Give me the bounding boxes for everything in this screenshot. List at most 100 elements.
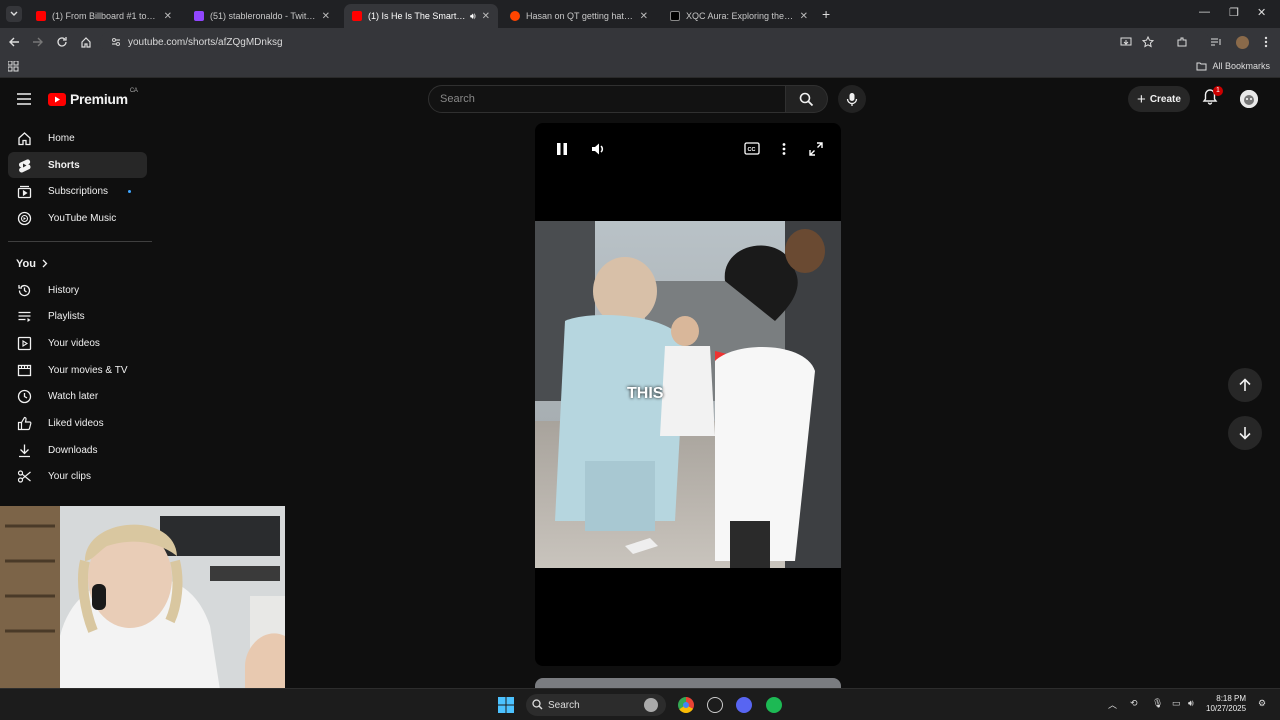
sidebar-item-your-videos[interactable]: Your videos bbox=[8, 330, 147, 357]
tab-title: (1) From Billboard #1 to Prison bbox=[52, 11, 158, 21]
subscriptions-icon bbox=[16, 184, 32, 200]
shorts-player[interactable]: CC THIS bbox=[535, 123, 841, 666]
reddit-favicon-icon bbox=[510, 11, 520, 21]
sidebar-item-watch-later[interactable]: Watch later bbox=[8, 384, 147, 411]
all-bookmarks-button[interactable]: All Bookmarks bbox=[1196, 61, 1270, 71]
sync-icon[interactable]: ⟲ bbox=[1130, 698, 1138, 709]
sidebar-item-label: Your videos bbox=[48, 337, 100, 349]
speaker-icon[interactable]: 🔊︎ bbox=[470, 11, 476, 22]
captions-button[interactable]: CC bbox=[744, 142, 760, 155]
sidebar-item-playlists[interactable]: Playlists bbox=[8, 303, 147, 330]
tab-title: Hasan on QT getting hate for h bbox=[526, 11, 634, 21]
browser-toolbar: youtube.com/shorts/afZQgMDnksg bbox=[0, 28, 1280, 56]
system-clock[interactable]: 8:18 PM 10/27/2025 bbox=[1206, 694, 1246, 714]
previous-short-button[interactable] bbox=[1228, 368, 1262, 402]
video-scene-image bbox=[535, 221, 841, 568]
tab-title: (1) Is He Is The Smartest Ki bbox=[368, 11, 466, 21]
chrome-app-icon[interactable] bbox=[678, 697, 694, 713]
create-button[interactable]: + Create bbox=[1128, 86, 1190, 112]
browser-tab[interactable]: Hasan on QT getting hate for h ✕ bbox=[502, 4, 656, 28]
sidebar-item-home[interactable]: Home bbox=[8, 125, 147, 152]
sidebar-item-label: YouTube Music bbox=[48, 212, 117, 224]
you-section-heading[interactable]: You bbox=[0, 251, 155, 277]
sidebar-item-downloads[interactable]: Downloads bbox=[8, 437, 147, 464]
sidebar-item-liked-videos[interactable]: Liked videos bbox=[8, 410, 147, 437]
apps-grid-icon[interactable] bbox=[8, 61, 19, 72]
browser-tab-active[interactable]: (1) Is He Is The Smartest Ki 🔊︎ ✕ bbox=[344, 4, 498, 28]
sidebar-item-shorts[interactable]: Shorts bbox=[8, 151, 147, 179]
hamburger-menu-icon[interactable] bbox=[16, 92, 32, 106]
notification-center-icon[interactable]: ⚙︎ bbox=[1258, 698, 1266, 709]
more-options-button[interactable] bbox=[782, 142, 786, 156]
fullscreen-button[interactable] bbox=[809, 142, 823, 156]
sidebar-item-subscriptions[interactable]: Subscriptions bbox=[8, 178, 147, 205]
youtube-premium-logo[interactable]: Premium CA bbox=[48, 88, 140, 107]
chevron-right-icon bbox=[42, 259, 48, 268]
windows-taskbar: Search ︿ ⟲ 🎙︎ ▭ 🔊︎ 8:18 PM 10/27/2025 ⚙︎ bbox=[0, 688, 1280, 720]
arrow-down-icon bbox=[1239, 427, 1251, 440]
start-button[interactable] bbox=[498, 697, 514, 713]
twitch-favicon-icon bbox=[194, 11, 204, 21]
address-bar[interactable]: youtube.com/shorts/afZQgMDnksg bbox=[100, 31, 1210, 53]
network-icon[interactable]: ▭ bbox=[1172, 698, 1181, 709]
sidebar-item-movies-tv[interactable]: Your movies & TV bbox=[8, 357, 147, 384]
close-tab-icon[interactable]: ✕ bbox=[164, 11, 172, 22]
browser-menu-icon[interactable] bbox=[1258, 34, 1274, 50]
bookmarks-bar: All Bookmarks bbox=[0, 56, 1280, 78]
youtube-logo-icon bbox=[48, 92, 66, 106]
home-button[interactable] bbox=[78, 34, 94, 50]
close-window-button[interactable]: ✕ bbox=[1257, 6, 1266, 19]
youtube-masthead: Premium CA Search + Create 1 bbox=[0, 80, 1280, 120]
search-input[interactable]: Search bbox=[428, 85, 786, 113]
video-frame[interactable]: THIS bbox=[535, 221, 841, 568]
volume-button[interactable] bbox=[591, 142, 605, 156]
install-app-icon[interactable] bbox=[1118, 34, 1134, 50]
create-label: Create bbox=[1149, 93, 1181, 105]
site-info-icon[interactable] bbox=[110, 36, 122, 48]
minimize-button[interactable]: — bbox=[1199, 6, 1210, 18]
voice-search-button[interactable] bbox=[838, 85, 866, 113]
media-controls-icon[interactable] bbox=[1208, 34, 1224, 50]
sidebar-item-label: Watch later bbox=[48, 391, 99, 403]
show-hidden-icons-chevron-icon[interactable]: ︿ bbox=[1108, 698, 1117, 711]
new-tab-button[interactable]: + bbox=[822, 6, 830, 22]
sidebar-item-youtube-music[interactable]: YouTube Music bbox=[8, 205, 147, 232]
sidebar-item-your-clips[interactable]: Your clips bbox=[8, 464, 147, 491]
microphone-tray-icon[interactable]: 🎙︎ bbox=[1152, 698, 1163, 709]
spotify-app-icon[interactable] bbox=[766, 697, 782, 713]
next-short-button[interactable] bbox=[1228, 416, 1262, 450]
account-avatar[interactable] bbox=[1240, 90, 1258, 108]
extensions-icon[interactable] bbox=[1174, 34, 1190, 50]
sidebar-item-history[interactable]: History bbox=[8, 277, 147, 304]
youtube-favicon-icon bbox=[36, 11, 46, 21]
browser-tab[interactable]: (1) From Billboard #1 to Prison ✕ bbox=[28, 4, 180, 28]
volume-icon bbox=[592, 143, 604, 155]
bookmark-star-icon[interactable] bbox=[1140, 34, 1156, 50]
restore-button[interactable]: ❐ bbox=[1229, 6, 1239, 19]
pause-icon bbox=[557, 143, 567, 155]
logo-region: CA bbox=[129, 88, 138, 94]
forward-button[interactable] bbox=[30, 34, 46, 50]
back-button[interactable] bbox=[6, 34, 22, 50]
search-highlight-icon bbox=[644, 698, 658, 712]
reload-button[interactable] bbox=[54, 34, 70, 50]
browser-tab[interactable]: XQC Aura: Exploring the Latest ✕ bbox=[662, 4, 816, 28]
clock-time: 8:18 PM bbox=[1216, 694, 1247, 703]
tab-search-button[interactable] bbox=[6, 6, 22, 22]
close-tab-icon[interactable]: ✕ bbox=[800, 11, 808, 22]
taskbar-search[interactable]: Search bbox=[526, 694, 666, 716]
close-tab-icon[interactable]: ✕ bbox=[640, 11, 648, 22]
close-tab-icon[interactable]: ✕ bbox=[482, 11, 490, 22]
volume-tray-icon[interactable]: 🔊︎ bbox=[1188, 698, 1194, 709]
close-tab-icon[interactable]: ✕ bbox=[322, 11, 330, 22]
profile-avatar-icon[interactable] bbox=[1234, 34, 1250, 50]
tab-title: (51) stableronaldo - Twitch bbox=[210, 11, 316, 21]
pause-button[interactable] bbox=[556, 142, 568, 156]
windows-logo-icon bbox=[498, 697, 514, 713]
sidebar-item-label: Downloads bbox=[48, 444, 98, 456]
discord-app-icon[interactable] bbox=[736, 697, 752, 713]
browser-tab[interactable]: (51) stableronaldo - Twitch ✕ bbox=[186, 4, 338, 28]
obs-app-icon[interactable] bbox=[707, 697, 723, 713]
search-button[interactable] bbox=[786, 85, 828, 113]
all-bookmarks-label: All Bookmarks bbox=[1212, 61, 1270, 71]
